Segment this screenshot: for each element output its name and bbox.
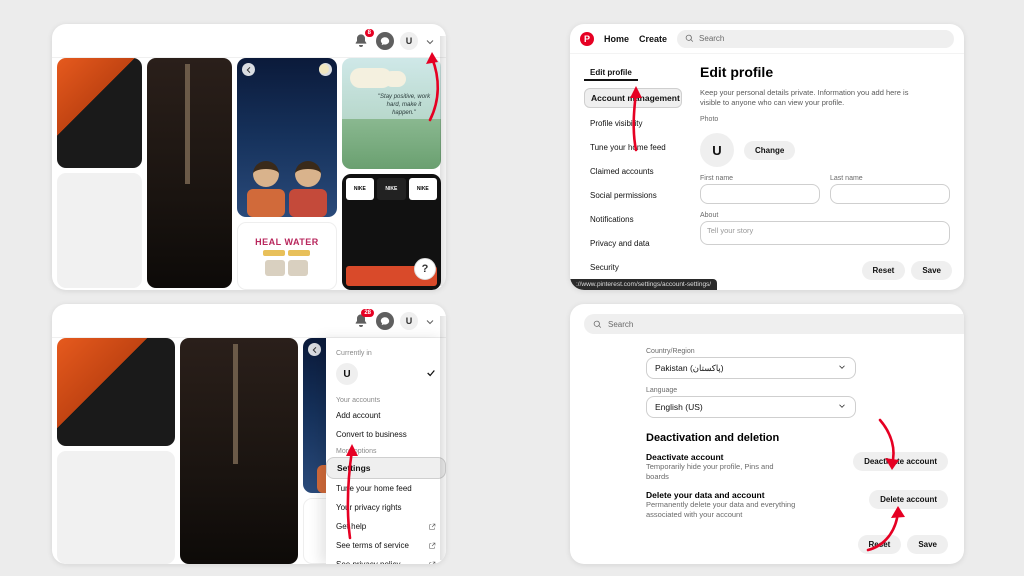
delete-account-button[interactable]: Delete account: [869, 490, 948, 509]
sidebar-item-edit-profile[interactable]: Edit profile: [584, 64, 638, 81]
account-chevron-icon[interactable]: [424, 315, 436, 327]
search-placeholder: Search: [699, 34, 724, 43]
pin-text: HEAL WATER: [255, 237, 319, 247]
first-name-input[interactable]: [700, 184, 820, 204]
pin-thumbnail[interactable]: [57, 58, 142, 168]
save-button[interactable]: Save: [907, 535, 948, 554]
url-tooltip: ://www.pinterest.com/settings/account-se…: [570, 279, 717, 290]
external-icon: [428, 542, 436, 550]
notifications-icon[interactable]: 28: [352, 312, 370, 330]
sidebar-item-account-management[interactable]: Account management: [584, 88, 682, 108]
help-button[interactable]: ?: [414, 258, 436, 280]
menu-privacy-rights[interactable]: Your privacy rights: [326, 498, 446, 517]
change-photo-button[interactable]: Change: [744, 141, 795, 160]
menu-terms[interactable]: See terms of service: [326, 536, 446, 555]
search-placeholder: Search: [608, 320, 633, 329]
settings-sidebar: Edit profile Account management Profile …: [584, 64, 682, 280]
sidebar-item-security[interactable]: Security: [584, 259, 682, 276]
deactivate-account-button[interactable]: Deactivate account: [853, 452, 948, 471]
notifications-badge: 8: [365, 29, 374, 37]
messages-icon[interactable]: [376, 312, 394, 330]
menu-add-account[interactable]: Add account: [326, 406, 446, 425]
sidebar-item-privacy-data[interactable]: Privacy and data: [584, 235, 682, 252]
deactivate-desc: Temporarily hide your profile, Pins and …: [646, 462, 796, 482]
notifications-icon[interactable]: 8: [352, 32, 370, 50]
pinterest-logo-icon[interactable]: P: [580, 32, 594, 46]
country-select[interactable]: Pakistan (پاکستان): [646, 357, 856, 379]
external-icon: [428, 523, 436, 531]
nav-create[interactable]: Create: [639, 34, 667, 44]
language-select[interactable]: English (US): [646, 396, 856, 418]
more-icon[interactable]: [319, 63, 332, 76]
menu-tune-feed[interactable]: Tune your home feed: [326, 479, 446, 498]
pin-thumbnail[interactable]: [147, 58, 232, 288]
messages-icon[interactable]: [376, 32, 394, 50]
menu-privacy-policy[interactable]: See privacy policy: [326, 555, 446, 564]
photo-label: Photo: [700, 116, 950, 123]
delete-title: Delete your data and account: [646, 490, 855, 500]
sidebar-item-notifications[interactable]: Notifications: [584, 211, 682, 228]
language-label: Language: [646, 387, 856, 394]
first-name-label: First name: [700, 175, 820, 182]
account-menu: Currently in U Your accounts Add account…: [326, 338, 446, 564]
notifications-badge: 28: [361, 309, 374, 317]
external-icon: [428, 561, 436, 565]
nav-home[interactable]: Home: [604, 34, 629, 44]
sidebar-item-profile-visibility[interactable]: Profile visibility: [584, 115, 682, 132]
sidebar-item-claimed-accounts[interactable]: Claimed accounts: [584, 163, 682, 180]
pin-thumbnail[interactable]: [57, 451, 175, 564]
back-icon[interactable]: [242, 63, 255, 76]
page-subtitle: Keep your personal details private. Info…: [700, 88, 930, 108]
menu-section-label: Your accounts: [326, 393, 446, 406]
about-label: About: [700, 212, 950, 219]
pin-thumbnail[interactable]: [180, 338, 298, 564]
check-icon: [426, 368, 436, 380]
last-name-label: Last name: [830, 175, 950, 182]
chevron-down-icon: [837, 401, 847, 413]
last-name-input[interactable]: [830, 184, 950, 204]
profile-avatar[interactable]: U: [400, 32, 418, 50]
about-textarea[interactable]: Tell your story: [700, 221, 950, 245]
profile-photo: U: [700, 133, 734, 167]
sidebar-item-tune-feed[interactable]: Tune your home feed: [584, 139, 682, 156]
menu-convert-business[interactable]: Convert to business: [326, 425, 446, 444]
menu-section-label: More options: [326, 444, 446, 457]
menu-get-help[interactable]: Get help: [326, 517, 446, 536]
menu-section-label: Currently in: [326, 346, 446, 359]
pin-thumbnail[interactable]: [57, 338, 175, 446]
menu-settings[interactable]: Settings: [326, 457, 446, 479]
sidebar-item-social-permissions[interactable]: Social permissions: [584, 187, 682, 204]
account-avatar: U: [336, 363, 358, 385]
account-chevron-icon[interactable]: [424, 35, 436, 47]
delete-desc: Permanently delete your data and everyth…: [646, 500, 796, 520]
reset-button[interactable]: Reset: [858, 535, 902, 554]
pin-thumbnail[interactable]: [57, 173, 142, 288]
save-button[interactable]: Save: [911, 261, 952, 280]
pin-thumbnail[interactable]: HEAL WATER: [237, 222, 336, 290]
profile-avatar[interactable]: U: [400, 312, 418, 330]
quote-text: "Stay positive, work hard, make it happe…: [375, 94, 433, 117]
chevron-down-icon: [837, 362, 847, 374]
country-label: Country/Region: [646, 348, 856, 355]
page-title: Edit profile: [700, 64, 950, 80]
search-input[interactable]: Search: [677, 30, 954, 48]
back-icon[interactable]: [308, 343, 321, 356]
deactivate-title: Deactivate account: [646, 452, 839, 462]
section-title: Deactivation and deletion: [646, 432, 948, 444]
search-input[interactable]: Search: [584, 314, 964, 334]
pin-thumbnail[interactable]: "Stay positive, work hard, make it happe…: [342, 58, 441, 169]
pin-preview-open[interactable]: [237, 58, 336, 217]
current-account-row[interactable]: U: [326, 359, 446, 393]
reset-button[interactable]: Reset: [862, 261, 906, 280]
